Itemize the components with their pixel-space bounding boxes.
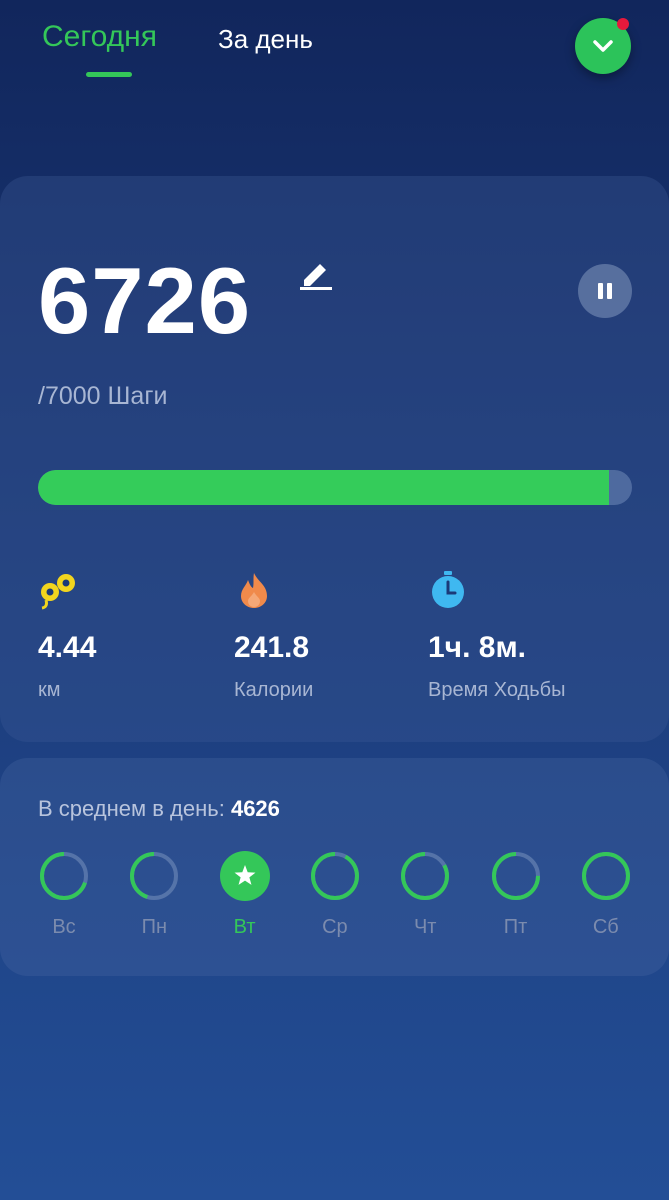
day-2[interactable]: Вт bbox=[200, 850, 290, 939]
stat-walking-time: 1ч. 8м. Время Ходьбы bbox=[428, 570, 565, 702]
day-label: Вт bbox=[233, 916, 256, 938]
day-progress-ring bbox=[130, 852, 179, 900]
day-3[interactable]: Ср bbox=[290, 850, 380, 939]
star-icon bbox=[219, 851, 270, 901]
walking-time-value: 1ч. 8м. bbox=[428, 631, 526, 664]
step-progress-fill bbox=[38, 470, 609, 505]
walking-time-label: Время Ходьбы bbox=[428, 679, 566, 701]
weekly-summary-card: В среднем в день: 4626 Вс Пн Вт Ср Чт Пт Сб bbox=[0, 758, 669, 976]
calories-label: Калории bbox=[234, 679, 314, 701]
distance-label: км bbox=[38, 679, 61, 701]
step-goal: /7000 Шаги bbox=[38, 382, 168, 410]
day-4[interactable]: Чт bbox=[380, 850, 470, 939]
day-label: Чт bbox=[413, 916, 437, 938]
day-progress-ring bbox=[401, 852, 450, 900]
chevron-down-icon bbox=[593, 40, 613, 52]
step-count: 6726 bbox=[38, 248, 252, 353]
day-6[interactable]: Сб bbox=[561, 850, 651, 939]
pause-button[interactable] bbox=[578, 264, 632, 318]
tab-today[interactable]: Сегодня bbox=[42, 20, 157, 54]
daily-average-value: 4626 bbox=[230, 796, 280, 821]
dropdown-button[interactable] bbox=[575, 18, 631, 74]
day-progress-ring bbox=[581, 852, 630, 900]
pencil-icon[interactable] bbox=[298, 256, 334, 292]
day-0[interactable]: Вс bbox=[19, 850, 109, 939]
notification-dot bbox=[617, 18, 629, 30]
day-label: Пн bbox=[141, 916, 167, 938]
day-progress-ring bbox=[40, 852, 88, 900]
flame-icon bbox=[241, 573, 267, 608]
active-tab-indicator bbox=[86, 72, 132, 77]
day-5[interactable]: Пт bbox=[471, 850, 561, 939]
stopwatch-icon bbox=[432, 571, 464, 608]
day-progress-ring bbox=[491, 852, 540, 900]
distance-value: 4.44 bbox=[38, 631, 97, 664]
day-1[interactable]: Пн bbox=[109, 850, 199, 939]
distance-icon bbox=[41, 574, 75, 610]
day-label: Пт bbox=[503, 916, 528, 938]
day-label: Вс bbox=[52, 916, 76, 938]
stat-distance: 4.44 км bbox=[38, 570, 96, 702]
tab-per-day[interactable]: За день bbox=[218, 24, 313, 55]
ring-fill bbox=[581, 852, 630, 900]
stat-calories: 241.8 Калории bbox=[234, 570, 313, 702]
ring-fill bbox=[310, 852, 359, 900]
pause-icon bbox=[598, 283, 612, 299]
calories-value: 241.8 bbox=[234, 631, 310, 664]
day-label: Ср bbox=[322, 916, 348, 938]
step-progress-bar bbox=[38, 470, 632, 505]
top-tabs: Сегодня За день bbox=[0, 0, 669, 100]
day-label: Сб bbox=[592, 916, 619, 938]
day-progress-ring bbox=[310, 852, 359, 900]
daily-average-label: В среднем в день: bbox=[38, 796, 225, 821]
today-summary-card: 6726 /7000 Шаги 4.44 км 241.8 Калории 1ч… bbox=[0, 176, 669, 742]
daily-average: В среднем в день: 4626 bbox=[38, 796, 280, 822]
